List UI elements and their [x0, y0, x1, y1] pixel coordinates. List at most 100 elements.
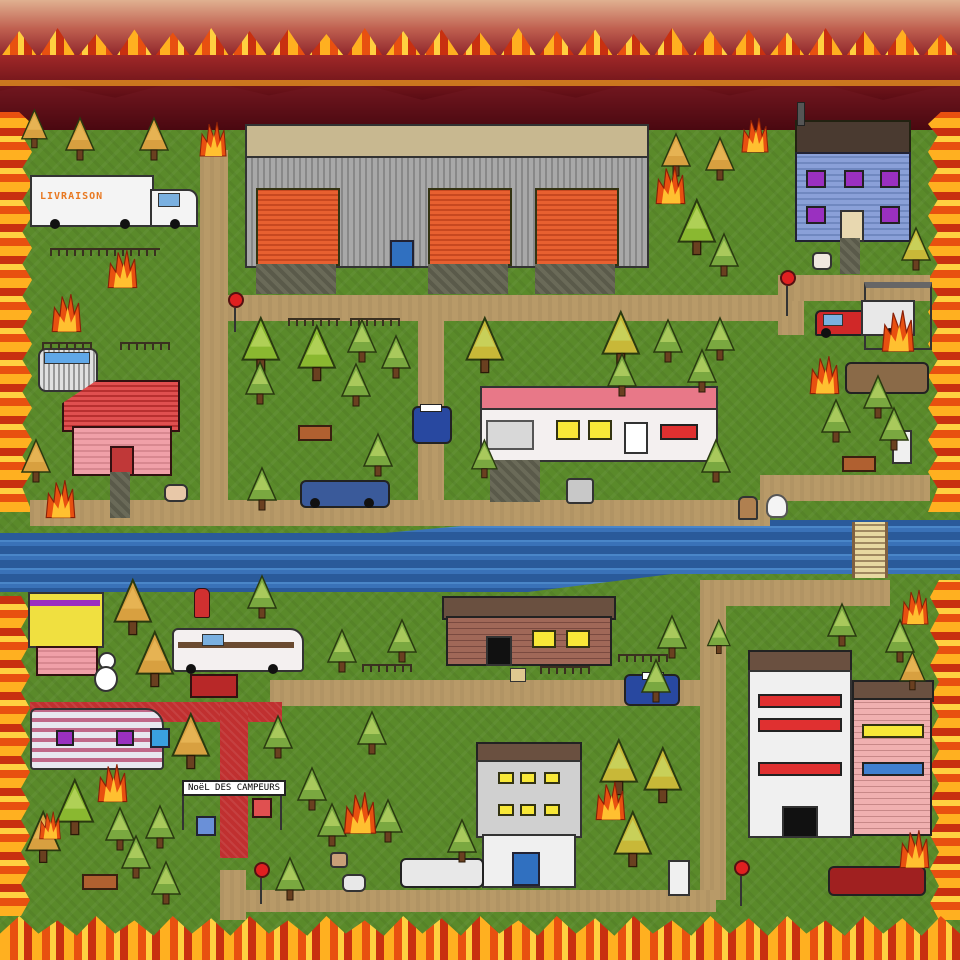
tower-window-band	[758, 718, 842, 732]
fence	[42, 342, 92, 350]
fire-wall-right-upper	[928, 112, 960, 512]
pool	[38, 348, 98, 392]
rv-camper[interactable]	[172, 618, 306, 676]
gift-icon[interactable]	[196, 816, 216, 836]
path-south-west	[220, 870, 246, 920]
bench-icon[interactable]	[842, 456, 876, 472]
fire-wall-bottom	[0, 916, 960, 960]
game-map: LIVRAISON NoëL DES CAMPEURS	[0, 0, 960, 960]
welcome-mat	[190, 674, 238, 698]
path-riverside	[30, 500, 770, 526]
tower-window-band	[758, 762, 842, 776]
pink-shed	[36, 646, 98, 676]
stop-sign-icon	[254, 862, 270, 904]
truck-label: LIVRAISON	[40, 191, 104, 202]
fire-icon	[38, 810, 62, 843]
delivery-truck[interactable]: LIVRAISON	[30, 175, 200, 245]
fire-icon	[900, 588, 930, 628]
trailer-window	[556, 420, 580, 440]
pink-building-window-blue	[862, 762, 924, 776]
garage-door-2[interactable]	[428, 188, 512, 266]
tower-entrance[interactable]	[782, 806, 818, 838]
fire-icon	[106, 248, 139, 292]
fire-icon	[342, 790, 378, 837]
snowman-icon[interactable]	[94, 652, 118, 692]
fire-icon	[50, 292, 83, 336]
fire-icon	[96, 762, 129, 806]
cat-icon[interactable]	[342, 874, 366, 892]
fire-glow	[0, 58, 960, 98]
chimney	[797, 102, 805, 126]
fire-icon	[880, 308, 916, 355]
warehouse-roof	[245, 124, 649, 158]
apartment-window	[498, 772, 514, 784]
fountain	[566, 478, 594, 504]
gift-icon[interactable]	[252, 798, 272, 818]
pink-house-walkway	[110, 472, 130, 518]
dog-icon[interactable]	[812, 252, 832, 270]
apartment-window	[544, 804, 560, 816]
cardboard-box[interactable]	[510, 668, 526, 682]
ghost-icon[interactable]	[766, 494, 788, 518]
cat-icon[interactable]	[164, 484, 188, 502]
warehouse-rubble-2	[428, 264, 508, 294]
apartment-door[interactable]	[512, 852, 540, 886]
fire-wall-right-lower	[930, 580, 960, 920]
gift-icon[interactable]	[150, 728, 170, 748]
blue-house-window	[806, 206, 826, 224]
apartment-window	[544, 772, 560, 784]
warehouse-rubble-3	[535, 264, 615, 294]
fire-icon	[44, 478, 77, 522]
fire-icon	[594, 780, 627, 824]
apartment-window	[520, 772, 536, 784]
fire-icon	[198, 120, 228, 160]
blue-house-window	[880, 170, 900, 188]
warehouse-door[interactable]	[390, 240, 414, 268]
brick-house-window	[532, 630, 556, 648]
fire-icon	[808, 354, 841, 398]
blue-house-walkway	[840, 238, 860, 274]
footbridge[interactable]	[852, 522, 888, 578]
brick-house-door[interactable]	[486, 636, 512, 666]
fence	[362, 664, 412, 672]
blue-house-window	[844, 170, 864, 188]
trailer-window	[588, 420, 612, 440]
yellow-shop	[28, 592, 104, 648]
fence	[540, 666, 590, 674]
trailer-window-red	[660, 424, 698, 440]
tower-window-band	[758, 694, 842, 708]
fire-icon	[654, 164, 687, 208]
blue-house-roof	[795, 120, 911, 156]
police-car-north[interactable]	[412, 404, 452, 444]
garage-door-1[interactable]	[256, 188, 340, 266]
blue-house-window	[806, 170, 826, 188]
fence	[50, 248, 160, 256]
fence	[120, 342, 170, 350]
garage-door-3[interactable]	[535, 188, 619, 266]
trailer-door[interactable]	[624, 422, 648, 454]
fire-icon	[740, 116, 770, 156]
fire-icon	[898, 828, 931, 872]
camp-christmas-banner: NoëL DES CAMPEURS	[182, 780, 286, 796]
path-south-east	[700, 580, 890, 606]
bench-icon[interactable]	[82, 874, 118, 890]
warehouse-rubble-1	[256, 264, 336, 294]
path-west-vertical	[200, 150, 228, 520]
brick-house-window	[566, 630, 590, 648]
fire-wall-left-lower	[0, 596, 30, 916]
path-south	[246, 890, 716, 912]
pink-building-window	[862, 724, 924, 738]
blue-house-window	[880, 206, 900, 224]
stop-sign-icon	[780, 270, 796, 316]
camper-person[interactable]	[194, 588, 210, 618]
player-character[interactable]	[738, 496, 758, 520]
stop-sign-icon	[734, 860, 750, 906]
phone-booth-icon[interactable]	[668, 860, 690, 896]
bench-icon[interactable]	[298, 425, 332, 441]
dog-icon[interactable]	[330, 852, 348, 868]
apartment-window	[520, 804, 536, 816]
apartment-window	[498, 804, 514, 816]
fence	[288, 318, 340, 326]
blue-sedan[interactable]	[300, 480, 390, 508]
path-riverside-east	[760, 475, 930, 501]
